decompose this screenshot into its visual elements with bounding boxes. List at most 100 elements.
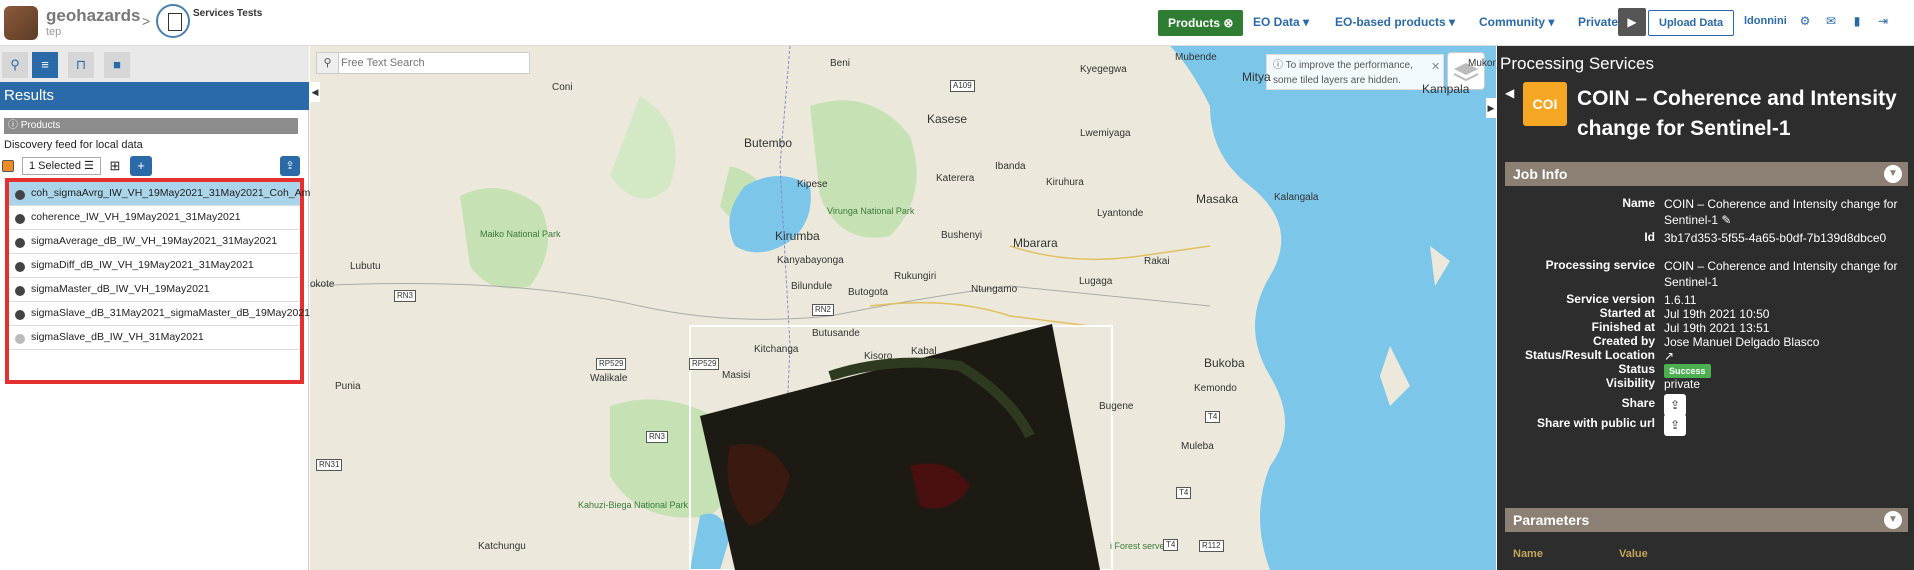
place-label: Kanyabayonga bbox=[777, 255, 844, 266]
park-label: Virunga National Park bbox=[827, 206, 915, 216]
list-tab-icon[interactable]: ≡ bbox=[32, 52, 58, 78]
place-label: Lugaga bbox=[1079, 276, 1113, 287]
product-name: sigmaMaster_dB_IW_VH_19May2021 bbox=[31, 283, 210, 295]
free-text-search-input[interactable] bbox=[341, 55, 527, 71]
job-info-label: Job Info bbox=[1513, 166, 1568, 182]
job-info-key: Status bbox=[1618, 362, 1655, 376]
back-arrow-icon[interactable]: ◀ bbox=[1505, 86, 1514, 100]
user-name[interactable]: ldonnini bbox=[1744, 15, 1787, 27]
place-label: Mitya bbox=[1242, 70, 1271, 84]
job-info-header[interactable]: Job Info ▼ bbox=[1505, 162, 1908, 186]
job-info-key: Finished at bbox=[1591, 320, 1655, 334]
brand-sub: tep bbox=[46, 26, 62, 38]
share-icon[interactable]: ⇪ bbox=[280, 156, 300, 176]
place-label: Bugene bbox=[1099, 401, 1134, 412]
search-tab-icon[interactable]: ⚲ bbox=[2, 52, 28, 78]
job-info-value-text: COIN – Coherence and Intensity change fo… bbox=[1664, 197, 1898, 227]
place-label: Kitchanga bbox=[754, 344, 799, 355]
nav-eo-data[interactable]: EO Data ▾ bbox=[1253, 15, 1309, 29]
road-label: RN3 bbox=[646, 431, 669, 443]
geohazards-logo[interactable] bbox=[4, 6, 38, 40]
product-list-item[interactable]: coh_sigmaAvrg_IW_VH_19May2021_31May2021_… bbox=[9, 182, 319, 206]
close-circle-icon[interactable]: ⊗ bbox=[1223, 16, 1233, 30]
nav-eo-data-label: EO Data bbox=[1253, 15, 1300, 29]
stop-tab-icon[interactable]: ■ bbox=[104, 52, 130, 78]
envelope-icon[interactable]: ✉ bbox=[1824, 14, 1838, 28]
product-list-item[interactable]: sigmaDiff_dB_IW_VH_19May2021_31May2021 bbox=[9, 254, 300, 278]
place-label: Bukoba bbox=[1204, 356, 1245, 370]
select-all-checkbox[interactable] bbox=[2, 160, 14, 172]
job-info-key: Share bbox=[1621, 396, 1655, 410]
left-panel: ⚲ ≡ ⊓ ■ Results ⓘ Products Discovery fee… bbox=[0, 46, 421, 570]
close-tip-icon[interactable]: ✕ bbox=[1431, 60, 1440, 73]
performance-tip: ⓘ To improve the performance, some tiled… bbox=[1266, 54, 1444, 90]
collapse-left-panel-icon[interactable]: ◀ bbox=[310, 82, 320, 102]
nav-private[interactable]: Private bbox=[1578, 15, 1618, 29]
job-info-value-text: Jul 19th 2021 13:51 bbox=[1664, 321, 1770, 335]
place-label: Katchungu bbox=[478, 541, 526, 552]
place-label: Kirumba bbox=[775, 229, 820, 243]
park-label: Maiko National Park bbox=[480, 229, 561, 239]
collapse-right-panel-icon[interactable]: ▶ bbox=[1486, 98, 1496, 118]
place-label: Kisoro bbox=[864, 351, 893, 362]
products-section-bar[interactable]: ⓘ Products bbox=[4, 118, 298, 134]
product-list: coh_sigmaAvrg_IW_VH_19May2021_31May2021_… bbox=[5, 178, 421, 384]
services-tests-icon[interactable] bbox=[156, 4, 190, 38]
job-info-value-text: 1.6.11 bbox=[1664, 293, 1697, 307]
product-list-item[interactable]: sigmaSlave_dB_IW_VH_31May2021 bbox=[9, 326, 300, 350]
nav-community[interactable]: Community ▾ bbox=[1479, 15, 1554, 29]
performance-tip-text: To improve the performance, some tiled l… bbox=[1273, 60, 1413, 86]
product-list-item[interactable]: sigmaSlave_dB_31May2021_sigmaMaster_dB_1… bbox=[9, 302, 421, 326]
map-view[interactable]: ⚲ ◀ ▶ ⓘ To improve the performance, some… bbox=[310, 46, 1496, 570]
left-tabs: ⚲ ≡ ⊓ ■ bbox=[0, 46, 309, 82]
product-list-item[interactable]: coherence_IW_VH_19May2021_31May2021 bbox=[9, 206, 300, 230]
parameters-header[interactable]: Parameters ▼ bbox=[1505, 508, 1908, 532]
road-label: T4 bbox=[1163, 539, 1179, 551]
place-label: Butusande bbox=[812, 328, 860, 339]
road-label: RN2 bbox=[812, 304, 835, 316]
nav-eo-based-products[interactable]: EO-based products ▾ bbox=[1335, 15, 1455, 29]
place-label: Muleba bbox=[1181, 441, 1214, 452]
share-icon[interactable]: ⇪ bbox=[1664, 394, 1686, 416]
book-icon[interactable]: ▮ bbox=[1850, 14, 1864, 28]
gear-icon[interactable]: ⚙ bbox=[1798, 14, 1812, 28]
basket-tab-icon[interactable]: ⊓ bbox=[68, 52, 94, 78]
globe-icon bbox=[15, 286, 25, 296]
nav-products-label: Products bbox=[1168, 16, 1221, 30]
nav-next-arrow-icon[interactable]: ▶ bbox=[1618, 8, 1646, 36]
job-info-value-text: ↗ bbox=[1664, 349, 1675, 363]
breadcrumb-separator: > bbox=[142, 13, 151, 29]
nav-eo-based-products-label: EO-based products bbox=[1335, 15, 1446, 29]
product-list-item[interactable]: sigmaAverage_dB_IW_VH_19May2021_31May202… bbox=[9, 230, 300, 254]
selected-count-label: 1 Selected bbox=[29, 160, 81, 172]
job-info-value-text: private bbox=[1664, 377, 1701, 391]
logout-icon[interactable]: ⇥ bbox=[1876, 14, 1890, 28]
caret-down-icon: ▾ bbox=[1548, 15, 1555, 29]
list-icon: ☰ bbox=[84, 160, 94, 172]
chevron-down-icon[interactable]: ▼ bbox=[1884, 165, 1902, 183]
product-list-item[interactable]: sigmaMaster_dB_IW_VH_19May2021 bbox=[9, 278, 300, 302]
add-to-basket-icon[interactable]: ⊞ bbox=[104, 156, 126, 176]
top-bar: geohazards tep > Services Tests Products… bbox=[0, 0, 1914, 46]
product-name: sigmaAverage_dB_IW_VH_19May2021_31May202… bbox=[31, 235, 278, 247]
globe-icon bbox=[15, 334, 25, 344]
selected-count-button[interactable]: 1 Selected ☰ bbox=[22, 157, 101, 175]
share-icon[interactable]: ⇪ bbox=[1664, 414, 1686, 436]
add-basket-icon[interactable]: + bbox=[130, 156, 152, 176]
park-label: Kahuzi-Biega National Park bbox=[578, 500, 689, 510]
brand-name[interactable]: geohazards bbox=[46, 6, 140, 26]
services-tests-label[interactable]: Services Tests bbox=[193, 8, 262, 19]
park-label: i Forest serve bbox=[1110, 541, 1165, 551]
product-name: coherence_IW_VH_19May2021_31May2021 bbox=[31, 211, 241, 223]
chevron-down-icon[interactable]: ▼ bbox=[1884, 511, 1902, 529]
product-name: sigmaSlave_dB_IW_VH_31May2021 bbox=[31, 331, 204, 343]
place-label: Butembo bbox=[744, 136, 793, 150]
place-label: Masisi bbox=[722, 370, 751, 381]
upload-data-button[interactable]: Upload Data bbox=[1648, 10, 1735, 36]
free-text-search[interactable]: ⚲ bbox=[316, 52, 530, 74]
nav-products-button[interactable]: Products ⊗ bbox=[1158, 10, 1244, 36]
place-label: Rakai bbox=[1144, 256, 1170, 267]
place-label: Mukono bbox=[1468, 58, 1496, 69]
search-icon[interactable]: ⚲ bbox=[317, 53, 339, 73]
job-info-key: Created by bbox=[1592, 334, 1655, 348]
